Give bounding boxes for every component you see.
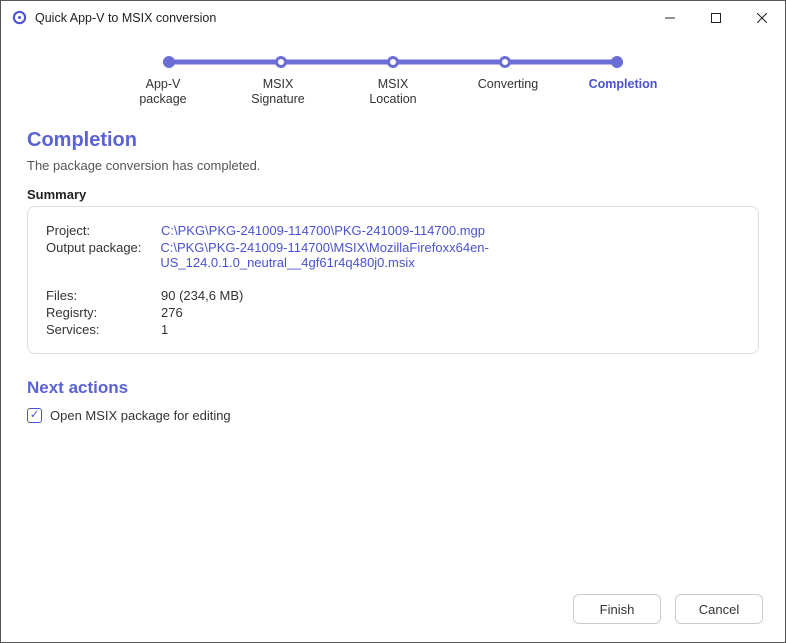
- window-controls: [647, 1, 785, 35]
- summary-row: Project:C:\PKG\PKG-241009-114700\PKG-241…: [46, 223, 740, 238]
- finish-button[interactable]: Finish: [573, 594, 661, 624]
- stepper-dot-2: [387, 56, 399, 68]
- summary-value: 276: [161, 305, 183, 320]
- stepper-dot-1: [275, 56, 287, 68]
- summary-value: 1: [161, 322, 168, 337]
- app-icon: [11, 10, 27, 26]
- wizard-stepper: App-V package MSIX Signature MSIX Location…: [27, 45, 759, 123]
- stepper-dot-0: [163, 56, 175, 68]
- titlebar: Quick App-V to MSIX conversion: [1, 1, 785, 35]
- stepper-label-3: Converting: [468, 77, 548, 107]
- summary-label: Files:: [46, 288, 161, 303]
- stepper-label-2: MSIX Location: [353, 77, 433, 107]
- window-title: Quick App-V to MSIX conversion: [35, 11, 216, 25]
- close-button[interactable]: [739, 1, 785, 35]
- stepper-label-0: App-V package: [123, 77, 203, 107]
- footer: Finish Cancel: [1, 580, 785, 642]
- summary-label: Output package:: [46, 240, 160, 270]
- summary-link[interactable]: C:\PKG\PKG-241009-114700\MSIX\MozillaFir…: [160, 240, 740, 270]
- next-actions-heading: Next actions: [27, 378, 759, 398]
- cancel-button[interactable]: Cancel: [675, 594, 763, 624]
- stepper-label-1: MSIX Signature: [238, 77, 318, 107]
- summary-label: Project:: [46, 223, 161, 238]
- summary-label: Regisrty:: [46, 305, 161, 320]
- summary-row: Services:1: [46, 322, 740, 337]
- summary-row: Regisrty:276: [46, 305, 740, 320]
- summary-row: Output package:C:\PKG\PKG-241009-114700\…: [46, 240, 740, 270]
- summary-row: Files:90 (234,6 MB): [46, 288, 740, 303]
- summary-link[interactable]: C:\PKG\PKG-241009-114700\PKG-241009-1147…: [161, 223, 485, 238]
- minimize-button[interactable]: [647, 1, 693, 35]
- open-msix-label: Open MSIX package for editing: [50, 408, 231, 423]
- maximize-button[interactable]: [693, 1, 739, 35]
- stepper-dot-4: [611, 56, 623, 68]
- content-area: App-V package MSIX Signature MSIX Location…: [1, 35, 785, 580]
- page-title: Completion: [27, 129, 759, 152]
- stepper-dot-3: [499, 56, 511, 68]
- summary-heading: Summary: [27, 187, 759, 202]
- summary-box: Project:C:\PKG\PKG-241009-114700\PKG-241…: [27, 206, 759, 354]
- checkbox-icon[interactable]: ✓: [27, 408, 42, 423]
- summary-label: Services:: [46, 322, 161, 337]
- stepper-label-4: Completion: [583, 77, 663, 107]
- open-msix-checkbox-row[interactable]: ✓ Open MSIX package for editing: [27, 408, 759, 423]
- summary-value: 90 (234,6 MB): [161, 288, 243, 303]
- page-description: The package conversion has completed.: [27, 158, 759, 173]
